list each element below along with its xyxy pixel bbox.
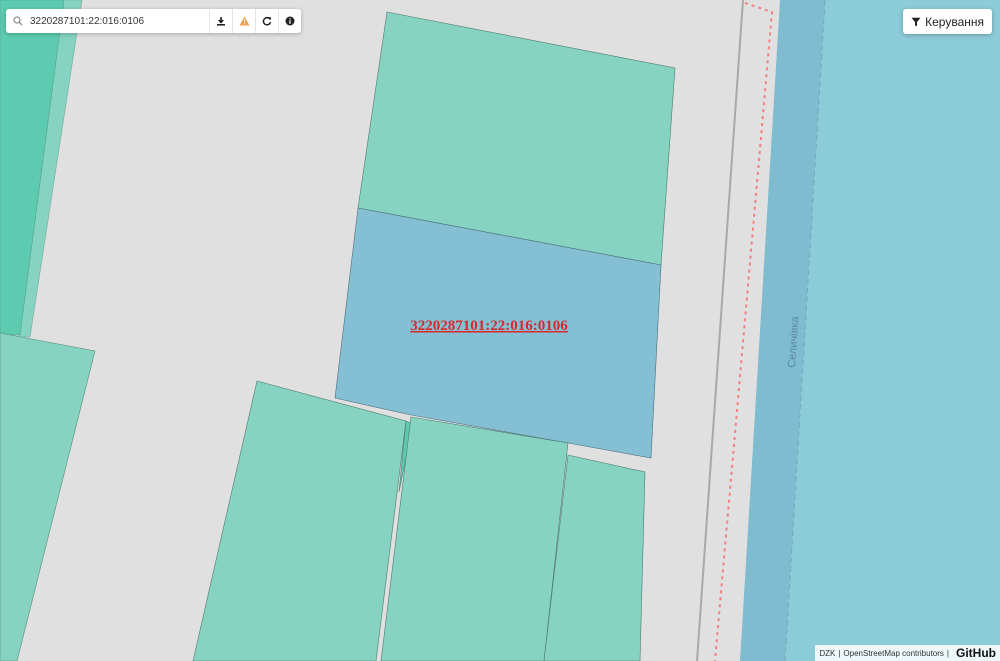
attribution-separator: | [838, 648, 841, 658]
search-icon [6, 16, 30, 26]
warning-icon [239, 16, 249, 26]
control-button-label: Керування [925, 14, 984, 29]
info-icon [285, 16, 295, 26]
github-link[interactable]: GitHub [956, 646, 996, 660]
parcel-lower-middle[interactable] [380, 416, 569, 661]
warning-button[interactable] [232, 9, 255, 33]
parcel-number-label[interactable]: 3220287101:22:016:0106 [410, 318, 568, 334]
refresh-icon [262, 16, 272, 26]
search-input[interactable] [30, 11, 209, 31]
search-bar [6, 9, 301, 33]
control-button[interactable]: Керування [903, 9, 992, 34]
attribution-separator-2: | [946, 648, 949, 658]
info-button[interactable] [278, 9, 301, 33]
download-icon [217, 17, 225, 26]
download-button[interactable] [209, 9, 232, 33]
refresh-button[interactable] [255, 9, 278, 33]
map-attribution: DZK | OpenStreetMap contributors | GitHu… [815, 645, 1000, 661]
attribution-dzk[interactable]: DZK [819, 649, 835, 658]
map-canvas[interactable]: Селичівка 3220287101:22:016:0106 [0, 0, 1000, 661]
filter-icon [911, 17, 921, 26]
attribution-osm[interactable]: OpenStreetMap contributors [843, 649, 944, 658]
